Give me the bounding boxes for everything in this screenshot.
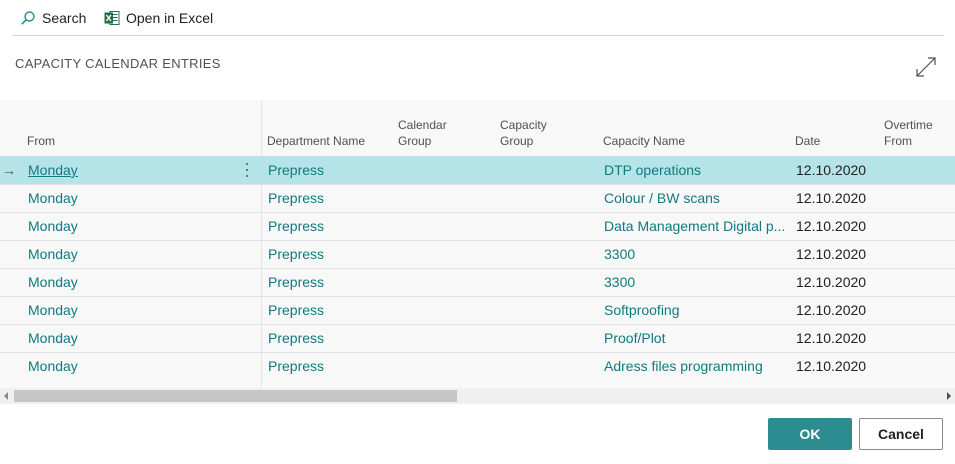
- date-cell: 12.10.2020: [796, 274, 867, 290]
- action-bar: Search Open in Excel: [0, 0, 955, 36]
- cancel-button[interactable]: Cancel: [859, 418, 943, 450]
- table-row[interactable]: Monday Prepress Proof/Plot 12.10.2020: [0, 324, 955, 352]
- ok-button[interactable]: OK: [768, 418, 852, 450]
- date-cell: 12.10.2020: [796, 302, 867, 318]
- from-cell[interactable]: Monday: [28, 185, 228, 212]
- expand-icon[interactable]: [914, 55, 938, 79]
- department-name-cell[interactable]: Prepress: [268, 269, 388, 296]
- table-row[interactable]: Monday Prepress Softproofing 12.10.2020: [0, 296, 955, 324]
- department-name-cell[interactable]: Prepress: [268, 353, 388, 380]
- capacity-group-cell: [500, 269, 590, 296]
- current-row-arrow-icon: →: [2, 162, 16, 178]
- from-cell[interactable]: Monday: [28, 157, 228, 184]
- capacity-group-cell: [500, 185, 590, 212]
- from-cell[interactable]: Monday: [28, 353, 228, 380]
- overtime-from-cell: [885, 213, 955, 240]
- search-button[interactable]: Search: [20, 7, 86, 29]
- table-row[interactable]: → Monday Prepress DTP operations 12.10.2020: [0, 156, 955, 184]
- page-title: CAPACITY CALENDAR ENTRIES: [15, 56, 221, 71]
- column-header-overtime-from[interactable]: Overtime From: [884, 100, 954, 156]
- entries-grid: From Department Name Calendar Group Capa…: [0, 100, 955, 404]
- date-cell: 12.10.2020: [796, 162, 867, 178]
- capacity-group-cell: [500, 157, 590, 184]
- excel-icon: [104, 10, 120, 26]
- calendar-group-cell: [398, 241, 488, 268]
- table-row[interactable]: Monday Prepress Adress files programming 12…: [0, 352, 955, 380]
- horizontal-scrollbar[interactable]: [0, 388, 955, 404]
- from-cell[interactable]: Monday: [28, 241, 228, 268]
- from-cell[interactable]: Monday: [28, 325, 228, 352]
- column-header-department-name[interactable]: Department Name: [267, 100, 387, 156]
- capacity-group-cell: [500, 325, 590, 352]
- calendar-group-cell: [398, 157, 488, 184]
- capacity-group-cell: [500, 241, 590, 268]
- capacity-name-cell[interactable]: Colour / BW scans: [604, 185, 788, 212]
- toolbar-divider: [12, 35, 944, 36]
- date-cell: 12.10.2020: [796, 330, 867, 346]
- calendar-group-cell: [398, 297, 488, 324]
- overtime-from-cell: [885, 185, 955, 212]
- capacity-name-cell[interactable]: Data Management Digital p...: [604, 213, 788, 240]
- from-cell[interactable]: Monday: [28, 297, 228, 324]
- date-cell: 12.10.2020: [796, 246, 867, 262]
- calendar-group-cell: [398, 325, 488, 352]
- search-icon: [20, 10, 36, 26]
- overtime-from-cell: [885, 269, 955, 296]
- capacity-name-cell[interactable]: 3300: [604, 241, 788, 268]
- table-row[interactable]: Monday Prepress Data Management Digital p.…: [0, 212, 955, 240]
- department-name-cell[interactable]: Prepress: [268, 157, 388, 184]
- date-cell: 12.10.2020: [796, 190, 867, 206]
- department-name-cell[interactable]: Prepress: [268, 185, 388, 212]
- department-name-cell[interactable]: Prepress: [268, 325, 388, 352]
- row-actions-menu-icon[interactable]: [240, 161, 254, 181]
- calendar-group-cell: [398, 213, 488, 240]
- search-label: Search: [42, 10, 87, 26]
- overtime-from-cell: [885, 241, 955, 268]
- from-cell[interactable]: Monday: [28, 269, 228, 296]
- column-header-date[interactable]: Date: [795, 100, 875, 156]
- capacity-group-cell: [500, 213, 590, 240]
- capacity-name-cell[interactable]: DTP operations: [604, 157, 788, 184]
- capacity-group-cell: [500, 353, 590, 380]
- scrollbar-thumb[interactable]: [14, 390, 457, 402]
- capacity-name-cell[interactable]: Softproofing: [604, 297, 788, 324]
- column-header-from[interactable]: From: [27, 100, 247, 156]
- date-cell: 12.10.2020: [796, 218, 867, 234]
- capacity-group-cell: [500, 297, 590, 324]
- capacity-name-cell[interactable]: 3300: [604, 269, 788, 296]
- column-header-calendar-group[interactable]: Calendar Group: [398, 100, 488, 156]
- scroll-right-icon[interactable]: [947, 392, 951, 400]
- table-row[interactable]: Monday Prepress 3300 12.10.2020: [0, 240, 955, 268]
- date-cell: 12.10.2020: [796, 358, 867, 374]
- department-name-cell[interactable]: Prepress: [268, 213, 388, 240]
- column-header-capacity-name[interactable]: Capacity Name: [603, 100, 783, 156]
- scroll-left-icon[interactable]: [4, 392, 8, 400]
- calendar-group-cell: [398, 353, 488, 380]
- department-name-cell[interactable]: Prepress: [268, 241, 388, 268]
- calendar-group-cell: [398, 269, 488, 296]
- department-name-cell[interactable]: Prepress: [268, 297, 388, 324]
- overtime-from-cell: [885, 157, 955, 184]
- open-in-excel-button[interactable]: Open in Excel: [104, 7, 213, 29]
- capacity-name-cell[interactable]: Adress files programming: [604, 353, 788, 380]
- calendar-group-cell: [398, 185, 488, 212]
- column-header-capacity-group[interactable]: Capacity Group: [500, 100, 590, 156]
- overtime-from-cell: [885, 353, 955, 380]
- overtime-from-cell: [885, 325, 955, 352]
- overtime-from-cell: [885, 297, 955, 324]
- table-row[interactable]: Monday Prepress Colour / BW scans 12.10.202…: [0, 184, 955, 212]
- capacity-name-cell[interactable]: Proof/Plot: [604, 325, 788, 352]
- from-cell[interactable]: Monday: [28, 213, 228, 240]
- table-row[interactable]: Monday Prepress 3300 12.10.2020: [0, 268, 955, 296]
- open-in-excel-label: Open in Excel: [126, 10, 214, 26]
